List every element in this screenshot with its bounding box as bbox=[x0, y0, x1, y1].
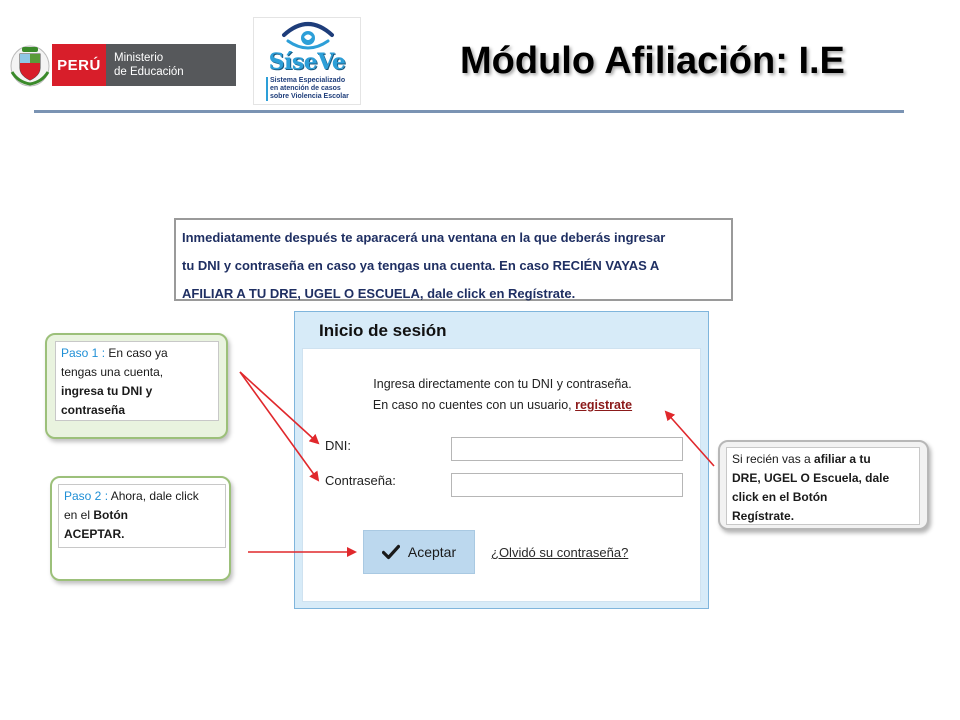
register-line-4: Regístrate. bbox=[732, 507, 914, 526]
step2-text-2-bold: Botón bbox=[93, 508, 129, 522]
peru-label: PERÚ bbox=[52, 44, 106, 86]
ministerio-label: Ministerio de Educación bbox=[106, 44, 236, 86]
checkmark-icon bbox=[381, 544, 400, 560]
step1-line-4: contraseña bbox=[61, 401, 213, 420]
peru-ministerio-logo: PERÚ Ministerio de Educación bbox=[8, 40, 238, 90]
ministerio-line-1: Ministerio bbox=[114, 52, 164, 64]
step1-line-1: Paso 1 : En caso ya bbox=[61, 344, 213, 363]
login-title: Inicio de sesión bbox=[319, 321, 447, 340]
instruction-box: Inmediatamente después te aparacerá una … bbox=[174, 218, 733, 301]
register-text-4: Regístrate. bbox=[732, 509, 795, 523]
step1-callout: Paso 1 : En caso ya tengas una cuenta, i… bbox=[45, 333, 228, 439]
header-divider bbox=[34, 110, 904, 113]
step2-text-3: ACEPTAR. bbox=[64, 527, 125, 541]
login-window: Inicio de sesión Ingresa directamente co… bbox=[294, 311, 709, 609]
ministerio-line-2: de Educación bbox=[114, 66, 184, 78]
login-intro-1: Ingresa directamente con tu DNI y contra… bbox=[373, 377, 632, 391]
register-line-1: Si recién vas a afiliar a tu bbox=[732, 450, 914, 469]
step1-label: Paso 1 : bbox=[61, 346, 106, 360]
siseve-subtitle-line-1: Sistema Especializado bbox=[270, 77, 346, 84]
register-card: Si recién vas a afiliar a tu DRE, UGEL O… bbox=[726, 447, 920, 525]
step1-text-4: contraseña bbox=[61, 403, 126, 417]
register-callout: Si recién vas a afiliar a tu DRE, UGEL O… bbox=[718, 440, 929, 530]
step1-text-3: ingresa tu DNI y bbox=[61, 384, 153, 398]
password-label: Contraseña: bbox=[325, 473, 396, 488]
step1-text-1: En caso ya bbox=[105, 346, 168, 360]
instruction-line-1: Inmediatamente después te aparacerá una … bbox=[182, 230, 666, 245]
register-link[interactable]: registrate bbox=[575, 398, 632, 412]
register-text-1-bold: afiliar a tu bbox=[814, 452, 871, 466]
step2-line-3: ACEPTAR. bbox=[64, 525, 220, 544]
register-line-2: DRE, UGEL O Escuela, dale bbox=[732, 469, 914, 488]
dni-label: DNI: bbox=[325, 438, 351, 453]
dni-input[interactable] bbox=[451, 437, 683, 461]
siseve-name: SíseVe bbox=[268, 49, 346, 75]
accept-button[interactable]: Aceptar bbox=[363, 530, 475, 574]
siseve-logo: SíseVe Sistema Especializado en atención… bbox=[253, 17, 361, 105]
siseve-subtitle-line-2: en atención de casos bbox=[270, 85, 341, 92]
login-intro-2-text: En caso no cuentes con un usuario, bbox=[372, 398, 576, 412]
login-body: Ingresa directamente con tu DNI y contra… bbox=[302, 348, 701, 602]
accept-button-label: Aceptar bbox=[407, 544, 457, 560]
instruction-line-2: tu DNI y contraseña en caso ya tengas un… bbox=[182, 258, 660, 273]
register-text-3: click en el Botón bbox=[732, 490, 828, 504]
siseve-subtitle: Sistema Especializado en atención de cas… bbox=[266, 77, 364, 101]
page-title: Módulo Afiliación: I.E bbox=[460, 40, 845, 82]
register-text-1: Si recién vas a bbox=[732, 452, 815, 466]
step1-card: Paso 1 : En caso ya tengas una cuenta, i… bbox=[55, 341, 219, 421]
step1-line-3: ingresa tu DNI y bbox=[61, 382, 213, 401]
step1-line-2: tengas una cuenta, bbox=[61, 365, 164, 379]
instruction-line-3: AFILIAR A TU DRE, UGEL O ESCUELA, dale c… bbox=[182, 286, 576, 301]
login-intro-2: En caso no cuentes con un usuario, regis… bbox=[303, 398, 702, 412]
step2-text-1: Ahora, dale click bbox=[108, 489, 199, 503]
step2-text-2: en el bbox=[64, 508, 94, 522]
password-input[interactable] bbox=[451, 473, 683, 497]
register-line-3: click en el Botón bbox=[732, 488, 914, 507]
step2-callout: Paso 2 : Ahora, dale click en el Botón A… bbox=[50, 476, 231, 581]
step2-label: Paso 2 : bbox=[64, 489, 109, 503]
register-text-2: DRE, UGEL O Escuela, dale bbox=[732, 471, 890, 485]
siseve-subtitle-line-3: sobre Violencia Escolar bbox=[270, 93, 349, 100]
forgot-password-link[interactable]: ¿Olvidó su contraseña? bbox=[491, 545, 628, 560]
step2-line-2: en el Botón bbox=[64, 506, 220, 525]
step2-line-1: Paso 2 : Ahora, dale click bbox=[64, 487, 220, 506]
coat-of-arms-icon bbox=[10, 45, 50, 87]
step2-card: Paso 2 : Ahora, dale click en el Botón A… bbox=[58, 484, 226, 548]
